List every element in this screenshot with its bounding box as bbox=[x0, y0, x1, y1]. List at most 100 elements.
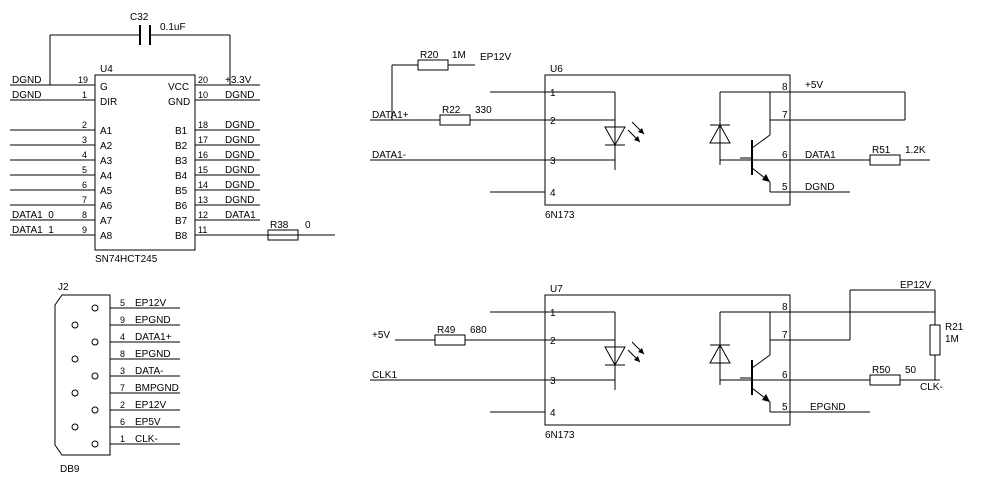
svg-text:DATA1+: DATA1+ bbox=[135, 332, 172, 343]
svg-text:3: 3 bbox=[550, 376, 556, 387]
schematic-diagram: C32 0.1uF U4 SN74HCT245 19GDGND 1DIRDGND… bbox=[0, 0, 1000, 500]
svg-text:EPGND: EPGND bbox=[135, 349, 171, 360]
svg-text:15: 15 bbox=[198, 165, 208, 175]
svg-text:DGND: DGND bbox=[12, 75, 41, 86]
svg-text:330: 330 bbox=[475, 105, 492, 116]
svg-text:5: 5 bbox=[782, 182, 788, 193]
svg-text:11: 11 bbox=[198, 225, 207, 235]
svg-text:DGND: DGND bbox=[225, 150, 254, 161]
svg-text:B6: B6 bbox=[175, 201, 188, 212]
svg-text:19: 19 bbox=[78, 75, 88, 85]
svg-text:16: 16 bbox=[198, 150, 208, 160]
svg-text:5: 5 bbox=[82, 165, 87, 175]
svg-text:DGND: DGND bbox=[225, 135, 254, 146]
resistor-r50: R5050CLK- bbox=[870, 365, 943, 393]
svg-text:DGND: DGND bbox=[805, 182, 834, 193]
svg-text:A3: A3 bbox=[100, 156, 113, 167]
svg-text:1M: 1M bbox=[452, 50, 466, 61]
svg-text:+5V: +5V bbox=[805, 80, 823, 91]
resistor-r49: R49 680 +5V bbox=[372, 325, 487, 345]
resistor-r21: R211M bbox=[930, 322, 964, 380]
svg-text:B8: B8 bbox=[175, 231, 188, 242]
svg-text:A2: A2 bbox=[100, 141, 113, 152]
optocoupler-u6: U6 6N173 1 2 3DATA1- 4 8+5V 7 6DATA1 5DG… bbox=[370, 64, 905, 221]
svg-text:4: 4 bbox=[120, 332, 125, 342]
svg-text:A8: A8 bbox=[100, 231, 113, 242]
resistor-r51: R511.2K bbox=[870, 145, 930, 165]
svg-text:EP5V: EP5V bbox=[135, 417, 161, 428]
connector-j2: J2 5EP12V 9EPGND 4DATA1+ 8EPGND 3DATA- 7… bbox=[55, 282, 180, 475]
svg-text:DATA-: DATA- bbox=[135, 366, 164, 377]
svg-text:3: 3 bbox=[550, 156, 556, 167]
svg-text:2: 2 bbox=[82, 120, 87, 130]
svg-text:EPGND: EPGND bbox=[135, 315, 171, 326]
svg-text:14: 14 bbox=[198, 180, 208, 190]
svg-text:R22: R22 bbox=[442, 105, 461, 116]
svg-text:0: 0 bbox=[305, 220, 311, 231]
svg-text:7: 7 bbox=[782, 110, 788, 121]
svg-text:8: 8 bbox=[782, 302, 788, 313]
svg-text:A4: A4 bbox=[100, 171, 113, 182]
svg-text:3: 3 bbox=[82, 135, 87, 145]
svg-text:18: 18 bbox=[198, 120, 208, 130]
svg-text:R20: R20 bbox=[420, 50, 439, 61]
svg-text:DIR: DIR bbox=[100, 97, 117, 108]
svg-text:G: G bbox=[100, 82, 108, 93]
svg-text:VCC: VCC bbox=[168, 82, 189, 93]
svg-text:EP12V: EP12V bbox=[900, 280, 931, 291]
svg-text:U7: U7 bbox=[550, 284, 563, 295]
svg-text:+3.3V: +3.3V bbox=[225, 75, 252, 86]
svg-text:20: 20 bbox=[198, 75, 208, 85]
svg-text:DGND: DGND bbox=[225, 180, 254, 191]
u4-right-pins: 20VCC+3.3V 10GNDDGND 18B1DGND 17B2DGND 1… bbox=[168, 75, 335, 242]
svg-text:B1: B1 bbox=[175, 126, 188, 137]
svg-text:DGND: DGND bbox=[225, 90, 254, 101]
resistor-r38: R38 0 bbox=[268, 220, 311, 240]
svg-text:17: 17 bbox=[198, 135, 208, 145]
svg-text:5: 5 bbox=[120, 298, 125, 308]
svg-text:B4: B4 bbox=[175, 171, 188, 182]
svg-text:J2: J2 bbox=[58, 282, 69, 293]
svg-text:3: 3 bbox=[120, 366, 125, 376]
svg-text:6N173: 6N173 bbox=[545, 430, 575, 441]
svg-text:6: 6 bbox=[782, 370, 788, 381]
svg-text:2: 2 bbox=[550, 116, 556, 127]
svg-text:+5V: +5V bbox=[372, 330, 390, 341]
u4-part: SN74HCT245 bbox=[95, 254, 158, 265]
svg-text:13: 13 bbox=[198, 195, 208, 205]
svg-text:8: 8 bbox=[120, 349, 125, 359]
svg-text:1: 1 bbox=[82, 90, 87, 100]
optocoupler-u7: U7 6N173 1 2 3CLK1 4 8 7 6 5EPGND EP12V bbox=[370, 280, 935, 441]
svg-text:U6: U6 bbox=[550, 64, 563, 75]
svg-text:1: 1 bbox=[550, 308, 556, 319]
resistor-r22: R22330 DATA1+ bbox=[370, 105, 545, 125]
ic-u4: U4 SN74HCT245 19GDGND 1DIRDGND 2A1 3A2 4… bbox=[10, 64, 335, 265]
svg-text:4: 4 bbox=[550, 408, 556, 419]
svg-text:R38: R38 bbox=[270, 220, 289, 231]
svg-text:2: 2 bbox=[550, 336, 556, 347]
svg-text:R49: R49 bbox=[437, 325, 456, 336]
svg-text:4: 4 bbox=[82, 150, 87, 160]
svg-text:BMPGND: BMPGND bbox=[135, 383, 179, 394]
svg-text:EP12V: EP12V bbox=[135, 298, 166, 309]
svg-text:DB9: DB9 bbox=[60, 464, 80, 475]
svg-text:9: 9 bbox=[82, 225, 87, 235]
svg-text:6: 6 bbox=[782, 150, 788, 161]
svg-text:5: 5 bbox=[782, 402, 788, 413]
u4-ref: U4 bbox=[100, 64, 113, 75]
svg-text:DATA1: DATA1 bbox=[805, 150, 836, 161]
svg-text:7: 7 bbox=[82, 195, 87, 205]
svg-text:50: 50 bbox=[905, 365, 917, 376]
svg-text:DATA1-: DATA1- bbox=[372, 150, 406, 161]
svg-text:1: 1 bbox=[550, 88, 556, 99]
svg-text:DATA1_1: DATA1_1 bbox=[12, 225, 54, 236]
j2-pins: 5EP12V 9EPGND 4DATA1+ 8EPGND 3DATA- 7BMP… bbox=[72, 298, 180, 447]
svg-text:680: 680 bbox=[470, 325, 487, 336]
svg-text:8: 8 bbox=[782, 82, 788, 93]
c32-ref: C32 bbox=[130, 12, 149, 23]
c32-val: 0.1uF bbox=[160, 22, 186, 33]
svg-text:2: 2 bbox=[120, 400, 125, 410]
svg-text:CLK-: CLK- bbox=[920, 382, 943, 393]
svg-text:DGND: DGND bbox=[225, 195, 254, 206]
svg-text:DATA1: DATA1 bbox=[225, 210, 256, 221]
